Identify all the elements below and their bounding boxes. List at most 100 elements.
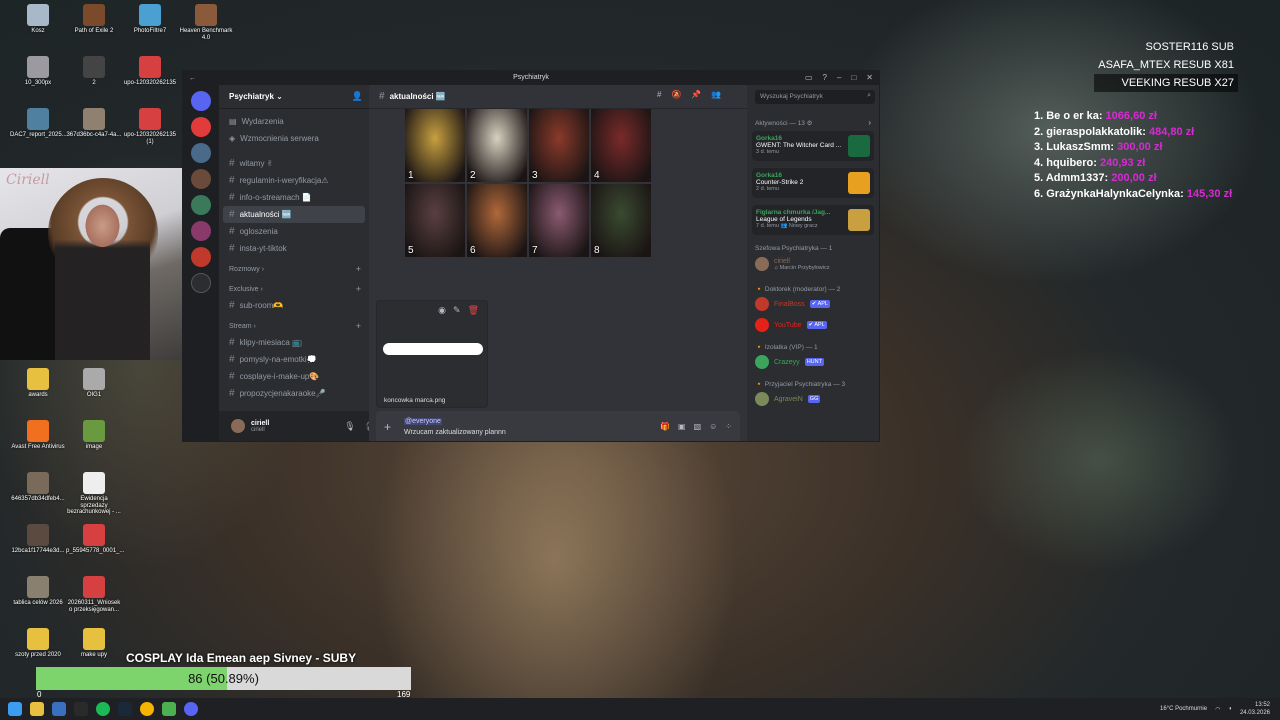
member-item[interactable]: ciriell ♫ Marcin Przybyłowicz bbox=[755, 256, 829, 272]
gallery-image[interactable]: 8 bbox=[591, 184, 651, 257]
server-icon[interactable] bbox=[191, 195, 211, 215]
app-icon[interactable] bbox=[162, 702, 176, 716]
server-icon[interactable] bbox=[191, 247, 211, 267]
desktop-icon[interactable]: Path of Exile 2 bbox=[66, 4, 122, 35]
server-icon[interactable] bbox=[191, 221, 211, 241]
windows-start-icon[interactable] bbox=[8, 702, 22, 716]
category-header[interactable]: Rozmowy › + bbox=[219, 257, 369, 277]
category-header[interactable]: Exclusive › + bbox=[219, 277, 369, 297]
gallery-image[interactable]: 6 bbox=[467, 184, 527, 257]
chevron-right-icon[interactable]: › bbox=[868, 118, 871, 127]
attach-plus-icon[interactable]: + bbox=[384, 420, 391, 434]
channel-item[interactable]: # propozycjenakaraoke🎤 bbox=[219, 385, 369, 402]
emoji-icon[interactable]: ☺ bbox=[709, 422, 717, 431]
app-icon[interactable] bbox=[52, 702, 66, 716]
desktop-icon[interactable]: szoty przed 2020 bbox=[10, 628, 66, 659]
desktop-icon[interactable]: DAC7_report_2025... bbox=[10, 108, 67, 139]
member-item[interactable]: FinalBoss ✔ APL bbox=[755, 296, 830, 312]
search-input[interactable]: Wyszukaj Psychiatryk ⌕ bbox=[755, 90, 875, 104]
spotify-icon[interactable] bbox=[96, 702, 110, 716]
desktop-icon[interactable]: Avast Free Antivirus bbox=[10, 420, 66, 451]
desktop-icon[interactable]: 10_300px bbox=[10, 56, 66, 87]
gift-icon[interactable]: 🎁 bbox=[660, 422, 670, 431]
desktop-icon[interactable]: p_55945778_0001_... bbox=[66, 524, 124, 555]
channel-item[interactable]: # pomysly-na-emotki💭 bbox=[219, 351, 369, 368]
member-item[interactable]: AgraveiN GG bbox=[755, 391, 821, 407]
close-button[interactable]: ✕ bbox=[866, 73, 873, 82]
desktop-icon[interactable]: 2 bbox=[66, 56, 122, 87]
add-channel-icon[interactable]: + bbox=[356, 264, 361, 274]
gallery-image[interactable]: 2 bbox=[467, 109, 527, 182]
gallery-image[interactable]: 7 bbox=[529, 184, 589, 257]
file-explorer-icon[interactable] bbox=[30, 702, 44, 716]
clock[interactable]: 13:52 24.03.2026 bbox=[1240, 701, 1270, 717]
threads-icon[interactable]: # bbox=[657, 90, 661, 99]
add-member-icon[interactable]: 👤 bbox=[352, 91, 363, 102]
server-header[interactable]: Psychiatryk ⌄ 👤 bbox=[219, 85, 369, 109]
channel-item[interactable]: # cosplaye-i-make-up🎨 bbox=[219, 368, 369, 385]
edit-icon[interactable]: ✎ bbox=[453, 305, 461, 316]
chrome-icon[interactable] bbox=[140, 702, 154, 716]
desktop-icon[interactable]: image bbox=[66, 420, 122, 451]
channel-item[interactable]: # sub-room🫶 bbox=[219, 297, 369, 314]
server-boost-item[interactable]: ◈ Wzmocnienia serwera bbox=[219, 130, 369, 147]
channel-item[interactable]: # ogloszenia bbox=[219, 223, 369, 240]
desktop-icon[interactable]: OIG1 bbox=[66, 368, 122, 399]
message-composer[interactable]: + @everyone Wrzucam zaktualizowany plann… bbox=[376, 411, 740, 441]
minimize-button[interactable]: – bbox=[837, 73, 841, 82]
channel-item[interactable]: # klipy-miesiaca 📺 bbox=[219, 334, 369, 351]
activity-card[interactable]: Figlarna chmurka /Jag... League of Legend… bbox=[752, 205, 874, 235]
activity-card[interactable]: Gorka16 GWENT: The Witcher Card ... 3 d. t… bbox=[752, 131, 874, 161]
server-icon[interactable] bbox=[191, 143, 211, 163]
volume-icon[interactable]: ◖ bbox=[1228, 706, 1232, 712]
activity-card[interactable]: Gorka16 Counter-Strike 22 d. temu bbox=[752, 168, 874, 198]
desktop-icon[interactable]: Kosz bbox=[10, 4, 66, 35]
pin-icon[interactable]: 📌 bbox=[691, 90, 701, 99]
add-channel-icon[interactable]: + bbox=[356, 321, 361, 331]
sticker-icon[interactable]: ▧ bbox=[694, 422, 702, 431]
desktop-icon[interactable]: make upy bbox=[66, 628, 122, 659]
eye-icon[interactable]: ◉ bbox=[438, 305, 446, 316]
desktop-icon[interactable]: 12bca1f17744e3d... bbox=[10, 524, 66, 555]
events-item[interactable]: ▤ Wydarzenia bbox=[219, 113, 369, 130]
desktop-icon[interactable]: 646357db34dfeb4... bbox=[10, 472, 66, 503]
steam-icon[interactable] bbox=[118, 702, 132, 716]
inbox-icon[interactable]: ▭ bbox=[805, 73, 813, 82]
home-icon[interactable] bbox=[191, 91, 211, 111]
channel-item[interactable]: # witamy ✌ bbox=[219, 155, 369, 172]
desktop-icon[interactable]: Heaven Benchmark 4.0 bbox=[178, 4, 234, 41]
avatar[interactable] bbox=[231, 419, 245, 433]
add-channel-icon[interactable]: + bbox=[356, 284, 361, 294]
microphone-icon[interactable]: 🎙 bbox=[344, 421, 355, 432]
gallery-image[interactable]: 5 bbox=[405, 184, 465, 257]
desktop-icon[interactable]: awards bbox=[10, 368, 66, 399]
attachment-card[interactable]: ◉ ✎ 🗑 koncowka marca.png bbox=[376, 300, 488, 408]
channel-item[interactable]: # info-o-streamach 📄 bbox=[219, 189, 369, 206]
delete-icon[interactable]: 🗑 bbox=[468, 305, 479, 316]
maximize-button[interactable]: □ bbox=[851, 73, 856, 82]
weather[interactable]: 16°C Pochmurnie bbox=[1160, 706, 1207, 712]
server-icon[interactable] bbox=[191, 117, 211, 137]
gallery-image[interactable]: 1 bbox=[405, 109, 465, 182]
category-header[interactable]: Stream › + bbox=[219, 314, 369, 334]
gallery-image[interactable]: 3 bbox=[529, 109, 589, 182]
message-input[interactable]: Wrzucam zaktualizowany plannn bbox=[404, 429, 506, 436]
desktop-icon[interactable]: 367d36bc-c4a7-4a... bbox=[66, 108, 122, 139]
gallery-image[interactable]: 4 bbox=[591, 109, 651, 182]
desktop-icon[interactable]: PhotoFiltre7 bbox=[122, 4, 178, 35]
member-item[interactable]: Crazeyy HUNT bbox=[755, 354, 824, 370]
app-icon[interactable] bbox=[74, 702, 88, 716]
server-icon[interactable] bbox=[191, 169, 211, 189]
channel-item[interactable]: # aktualności 🆕 bbox=[223, 206, 365, 223]
desktop-icon[interactable]: 20260311_Wniosek o przeksięgowan... bbox=[66, 576, 122, 613]
member-item[interactable]: YouTube ✔ APL bbox=[755, 317, 827, 333]
notification-bell-icon[interactable]: 🔕 bbox=[671, 90, 681, 99]
channel-item[interactable]: # regulamin-i-weryfikacja⚠ bbox=[219, 172, 369, 189]
discord-icon[interactable] bbox=[184, 702, 198, 716]
members-icon[interactable]: 👥 bbox=[711, 90, 721, 99]
desktop-icon[interactable]: upo-120320262135 bbox=[122, 56, 178, 87]
discover-icon[interactable] bbox=[191, 273, 211, 293]
gif-icon[interactable]: ▣ bbox=[678, 422, 686, 431]
desktop-icon[interactable]: Ewidencja sprzedazy bezrachunkowej - ... bbox=[66, 472, 122, 516]
desktop-icon[interactable]: tablica celów 2026 bbox=[10, 576, 66, 607]
